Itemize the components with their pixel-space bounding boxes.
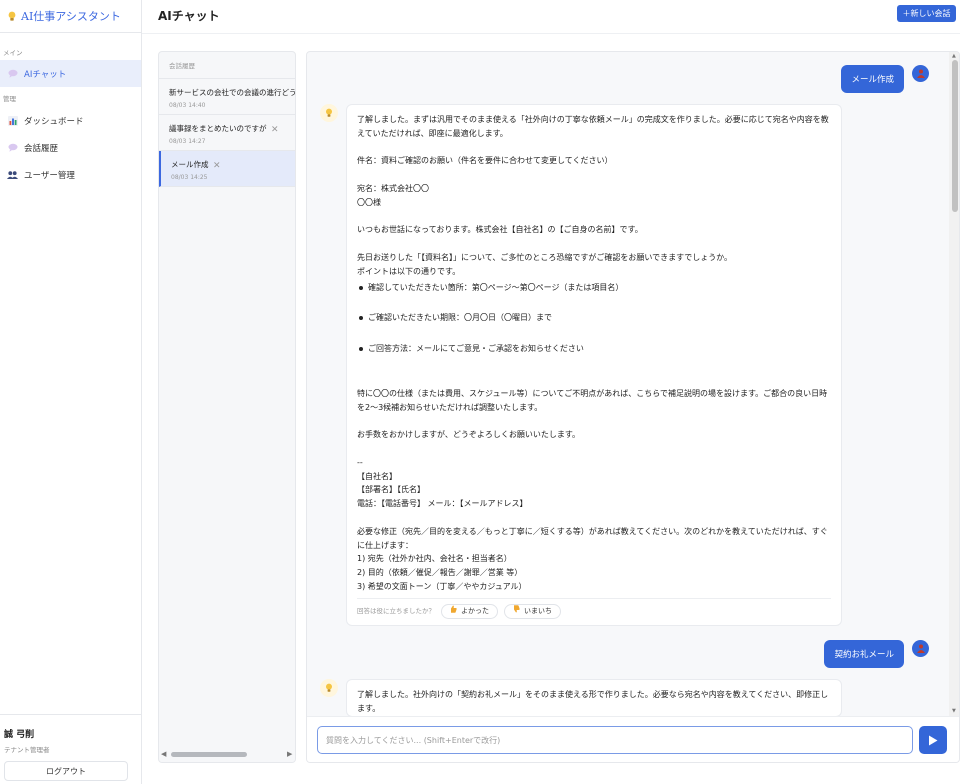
history-item[interactable]: 新サービスの会社での会議の進行どう 08/03 14:40 (159, 79, 295, 115)
assistant-message-bubble: 了解しました。社外向けの「契約お礼メール」をそのまま使える形で作りました。必要な… (346, 679, 842, 716)
chat-panel: メール作成 了解しました。まずは汎用でそのまま使える「社外向けの丁寧な依頼メール… (306, 51, 960, 763)
chat-bubble-icon (7, 68, 18, 79)
user-panel: 誠 弓削 テナント管理者 ログアウト (0, 714, 142, 781)
lightbulb-icon (320, 104, 338, 122)
feedback-good-button[interactable]: よかった (441, 604, 498, 620)
brand: AI仕事アシスタント (0, 0, 141, 33)
scroll-right-icon[interactable]: ▶ (287, 750, 292, 758)
user-role: テナント管理者 (4, 746, 50, 754)
sidebar-item-history[interactable]: 会話履歴 (0, 134, 141, 161)
history-item-date: 08/03 14:25 (171, 174, 208, 181)
list-item: ご確認いただきたい期限：〇月〇日（〇曜日）まで (357, 311, 831, 325)
user-avatar-icon (912, 640, 929, 657)
user-message: メール作成 (841, 65, 929, 93)
lightbulb-icon (6, 11, 17, 22)
chat-input[interactable] (317, 726, 913, 754)
scrollbar-thumb[interactable] (952, 60, 958, 212)
history-item-title: メール作成 (171, 160, 209, 169)
horizontal-scrollbar[interactable]: ◀ ▶ (159, 748, 295, 762)
sidebar-item-label: ダッシュボード (24, 116, 84, 127)
close-icon[interactable]: ✕ (213, 161, 221, 171)
history-item-date: 08/03 14:40 (169, 102, 206, 109)
scrollbar-thumb[interactable] (171, 752, 247, 757)
logout-button[interactable]: ログアウト (4, 761, 128, 781)
sidebar-item-dashboard[interactable]: ダッシュボード (0, 107, 141, 134)
message-list: メール作成 了解しました。まずは汎用でそのまま使える「社外向けの丁寧な依頼メール… (307, 52, 949, 716)
user-name: 誠 弓削 (4, 730, 35, 740)
user-message-bubble: メール作成 (841, 65, 904, 93)
user-avatar-icon (912, 65, 929, 82)
close-icon[interactable]: ✕ (271, 125, 279, 135)
history-item[interactable]: メール作成 08/03 14:25 ✕ (159, 151, 295, 187)
section-label-main: メイン (3, 49, 23, 57)
page-title: AIチャット (158, 9, 220, 23)
chat-bubble-icon (7, 142, 18, 153)
sidebar: AI仕事アシスタント メイン AIチャット 管理 ダッシュボード 会話履歴 ユー… (0, 0, 142, 784)
history-item[interactable]: 議事録をまとめたいのですが 08/03 14:27 ✕ (159, 115, 295, 151)
history-panel: 会話履歴 新サービスの会社での会議の進行どう 08/03 14:40 議事録をま… (158, 51, 296, 763)
app-title: AI仕事アシスタント (21, 10, 121, 23)
header-divider (142, 33, 960, 34)
lightbulb-icon (320, 679, 338, 697)
list-item: 確認していただきたい箇所：第〇ページ〜第〇ページ（または項目名） (357, 281, 831, 295)
history-item-date: 08/03 14:27 (169, 138, 206, 145)
send-icon (929, 735, 938, 745)
scroll-down-icon[interactable]: ▼ (952, 708, 956, 714)
feedback-prompt: 回答は役に立ちましたか？ (357, 606, 435, 615)
sidebar-item-label: 会話履歴 (24, 143, 59, 154)
feedback-bad-label: いまいち (524, 606, 552, 615)
sidebar-item-label: AIチャット (24, 69, 67, 80)
feedback-bad-button[interactable]: いまいち (504, 604, 561, 620)
scroll-up-icon[interactable]: ▲ (952, 53, 956, 59)
assistant-message-text: 了解しました。社外向けの「契約お礼メール」をそのまま使える形で作りました。必要な… (357, 690, 829, 713)
assistant-message-bubble: 了解しました。まずは汎用でそのまま使える「社外向けの丁寧な依頼メール」の完成文を… (346, 104, 842, 626)
sidebar-item-user-management[interactable]: ユーザー管理 (0, 161, 141, 188)
list-item: ご回答方法：メールにてご意見・ご承認をお知らせください (357, 342, 831, 356)
assistant-message-text: 了解しました。まずは汎用でそのまま使える「社外向けの丁寧な依頼メール」の完成文を… (357, 115, 829, 276)
send-button[interactable] (919, 726, 947, 754)
bullet-list: 確認していただきたい箇所：第〇ページ〜第〇ページ（または項目名） ご確認いただき… (357, 281, 831, 356)
history-heading: 会話履歴 (159, 52, 295, 79)
thumbs-down-icon (513, 605, 520, 619)
feedback-good-label: よかった (461, 606, 489, 615)
vertical-scrollbar[interactable]: ▲ ▼ (949, 52, 959, 716)
history-item-title: 新サービスの会社での会議の進行どう (169, 88, 295, 97)
section-label-manage: 管理 (3, 95, 16, 103)
input-bar (307, 716, 959, 762)
thumbs-up-icon (450, 605, 457, 619)
assistant-message-text: 特に〇〇の仕様（または費用、スケジュール等）についてご不明点があれば、こちらで補… (357, 388, 828, 591)
user-message: 契約お礼メール (824, 640, 929, 668)
sidebar-item-label: ユーザー管理 (24, 170, 75, 181)
users-icon (7, 169, 18, 180)
bar-chart-icon (7, 115, 18, 126)
new-chat-button[interactable]: ＋新しい会話 (897, 5, 956, 22)
user-message-bubble: 契約お礼メール (824, 640, 904, 668)
scroll-left-icon[interactable]: ◀ (161, 750, 166, 758)
sidebar-item-ai-chat[interactable]: AIチャット (0, 60, 141, 87)
feedback-bar: 回答は役に立ちましたか？ よかった いまいち (357, 597, 831, 625)
